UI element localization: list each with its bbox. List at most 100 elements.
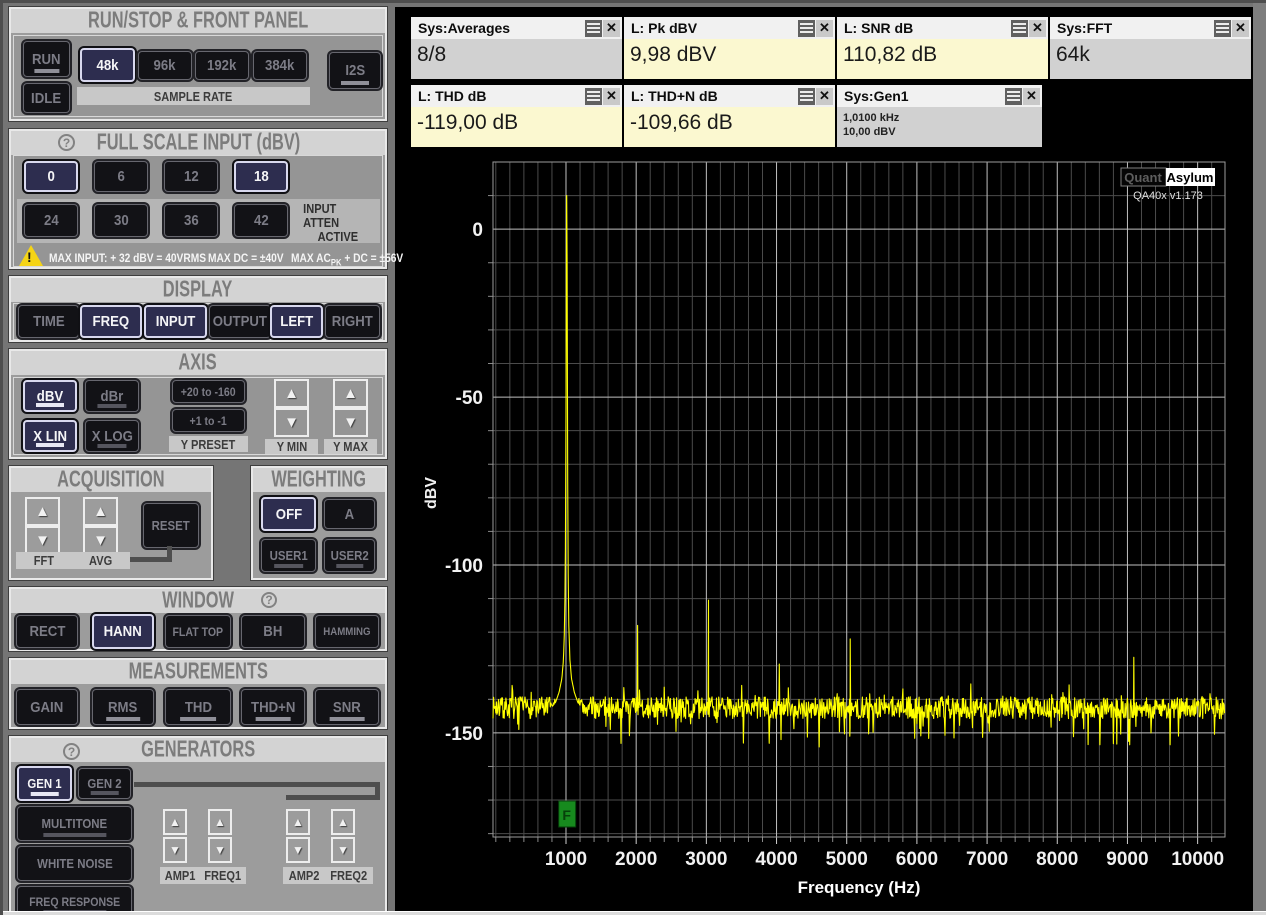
window-bh-button[interactable]: BH — [241, 615, 305, 648]
i2s-button[interactable]: I2S — [329, 52, 381, 89]
tile-menu-icon[interactable] — [585, 20, 602, 37]
tile-close-icon[interactable]: ✕ — [1023, 88, 1040, 105]
axis-xlin-button[interactable]: X LIN — [23, 420, 77, 452]
amp2-up-button[interactable]: ▲ — [286, 809, 310, 835]
tile-title: Sys:FFT — [1057, 20, 1112, 36]
full-scale-12-button[interactable]: 12 — [164, 161, 218, 192]
weighting-user1-button[interactable]: USER1 — [261, 539, 316, 572]
tile-menu-icon[interactable] — [1005, 88, 1022, 105]
measure-gain-button[interactable]: GAIN — [16, 689, 78, 725]
fft-down-button[interactable]: ▼ — [25, 526, 60, 555]
amp2-freq2-labels: AMP2 FREQ2 — [283, 867, 373, 884]
tile-value: -109,66 dB — [624, 107, 835, 147]
tile-sys-fft[interactable]: Sys:FFT✕64k — [1050, 17, 1251, 79]
full-scale-6-button[interactable]: 6 — [94, 161, 148, 192]
weighting-a-button[interactable]: A — [324, 499, 375, 529]
y-preset-narrow-button[interactable]: +1 to -1 — [172, 409, 245, 432]
full-scale-24-button[interactable]: 24 — [24, 204, 78, 237]
freq2-up-button[interactable]: ▲ — [331, 809, 355, 835]
white-noise-button[interactable]: WHITE NOISE — [17, 846, 132, 881]
generators-help-icon[interactable]: ? — [63, 743, 80, 760]
idle-button[interactable]: IDLE — [23, 83, 70, 113]
tile-close-icon[interactable]: ✕ — [1232, 20, 1249, 37]
svg-text:9000: 9000 — [1106, 849, 1148, 870]
tile-menu-icon[interactable] — [798, 20, 815, 37]
window-hann-button[interactable]: HANN — [92, 614, 154, 649]
spectrum-plot[interactable]: 1000200030004000500060007000800090001000… — [401, 151, 1253, 911]
amp1-down-button[interactable]: ▼ — [163, 837, 187, 863]
window-flattop-button[interactable]: FLAT TOP — [165, 615, 231, 648]
tile-title: L: SNR dB — [844, 20, 913, 36]
sample-rate-96k-button[interactable]: 96k — [138, 51, 192, 80]
tile-value: -119,00 dB — [411, 107, 622, 147]
freq1-up-button[interactable]: ▲ — [208, 809, 232, 835]
measure-snr-button[interactable]: SNR — [315, 689, 379, 725]
tile-menu-icon[interactable] — [585, 88, 602, 105]
sample-rate-192k-button[interactable]: 192k — [195, 51, 249, 80]
display-left-button[interactable]: LEFT — [270, 305, 323, 338]
y-min-down-button[interactable]: ▼ — [274, 408, 309, 437]
full-scale-36-button[interactable]: 36 — [164, 204, 218, 237]
display-input-button[interactable]: INPUT — [144, 305, 207, 338]
avg-up-button[interactable]: ▲ — [83, 497, 118, 526]
tile-close-icon[interactable]: ✕ — [816, 20, 833, 37]
y-min-up-button[interactable]: ▲ — [274, 379, 309, 408]
display-time-button[interactable]: TIME — [18, 305, 79, 338]
axis-xlog-button[interactable]: X LOG — [85, 420, 139, 452]
full-scale-18-button[interactable]: 18 — [234, 161, 288, 192]
display-freq-button[interactable]: FREQ — [80, 305, 142, 338]
tile-sys-gen1[interactable]: Sys:Gen1✕1,0100 kHz10,00 dBV — [837, 85, 1042, 147]
run-button[interactable]: RUN — [23, 41, 70, 77]
tile-menu-icon[interactable] — [1011, 20, 1028, 37]
amp2-down-button[interactable]: ▼ — [286, 837, 310, 863]
measure-thd-button[interactable]: THD — [165, 689, 231, 725]
tile-close-icon[interactable]: ✕ — [603, 88, 620, 105]
sample-rate-48k-button[interactable]: 48k — [80, 48, 135, 82]
freq1-down-button[interactable]: ▼ — [208, 837, 232, 863]
gen2-button[interactable]: GEN 2 — [78, 768, 131, 799]
full-scale-help-icon[interactable]: ? — [58, 134, 75, 151]
sample-rate-384k-button[interactable]: 384k — [253, 51, 307, 80]
window-help-icon[interactable]: ? — [261, 592, 277, 608]
svg-text:8000: 8000 — [1036, 849, 1078, 870]
freq2-down-button[interactable]: ▼ — [331, 837, 355, 863]
tile-close-icon[interactable]: ✕ — [603, 20, 620, 37]
full-scale-30-button[interactable]: 30 — [94, 204, 148, 237]
tile-l-thd-db[interactable]: L: THD dB ✕ -119,00 dB — [411, 85, 622, 147]
fft-up-button[interactable]: ▲ — [25, 497, 60, 526]
full-scale-0-button[interactable]: 0 — [24, 161, 78, 192]
tile-sys-averages[interactable]: Sys:Averages✕8/8 — [411, 17, 622, 79]
gen1-button[interactable]: GEN 1 — [17, 766, 72, 801]
window-hamming-button[interactable]: HAMMING — [315, 615, 379, 648]
tile-menu-icon[interactable] — [1214, 20, 1231, 37]
y-preset-wide-button[interactable]: +20 to -160 — [172, 380, 245, 403]
tile-l-snr-db[interactable]: L: SNR dB✕110,82 dB — [837, 17, 1048, 79]
full-scale-42-button[interactable]: 42 — [234, 204, 288, 237]
reset-button[interactable]: RESET — [143, 503, 199, 548]
svg-text:dBV: dBV — [423, 477, 440, 509]
display-output-button[interactable]: OUTPUT — [209, 305, 271, 338]
tile-title: L: THD dB — [418, 88, 486, 104]
window-rect-button[interactable]: RECT — [16, 615, 78, 648]
tile-menu-icon[interactable] — [798, 88, 815, 105]
amp1-up-button[interactable]: ▲ — [163, 809, 187, 835]
axis-dbr-button[interactable]: dBr — [85, 380, 139, 412]
measure-thdn-button[interactable]: THD+N — [241, 689, 305, 725]
tile-close-icon[interactable]: ✕ — [816, 88, 833, 105]
tile-close-icon[interactable]: ✕ — [1029, 20, 1046, 37]
measure-rms-button[interactable]: RMS — [92, 689, 154, 725]
y-max-up-button[interactable]: ▲ — [333, 379, 368, 408]
avg-down-button[interactable]: ▼ — [83, 526, 118, 555]
display-right-button[interactable]: RIGHT — [325, 305, 380, 338]
axis-dbv-button[interactable]: dBV — [23, 380, 77, 412]
weighting-user2-button[interactable]: USER2 — [324, 539, 375, 572]
tile-l-pk-dbv[interactable]: L: Pk dBV✕9,98 dBV — [624, 17, 835, 79]
svg-text:1000: 1000 — [545, 849, 587, 870]
weighting-off-button[interactable]: OFF — [261, 497, 316, 531]
panel-measurements-title: MEASUREMENTS — [11, 660, 385, 684]
svg-text:QA40x v1.173: QA40x v1.173 — [1133, 190, 1203, 202]
multitone-button[interactable]: MULTITONE — [17, 806, 132, 841]
y-max-down-button[interactable]: ▼ — [333, 408, 368, 437]
tile-l-thd-n-db[interactable]: L: THD+N dB✕-109,66 dB — [624, 85, 835, 147]
sample-rate-label: SAMPLE RATE — [77, 87, 310, 105]
